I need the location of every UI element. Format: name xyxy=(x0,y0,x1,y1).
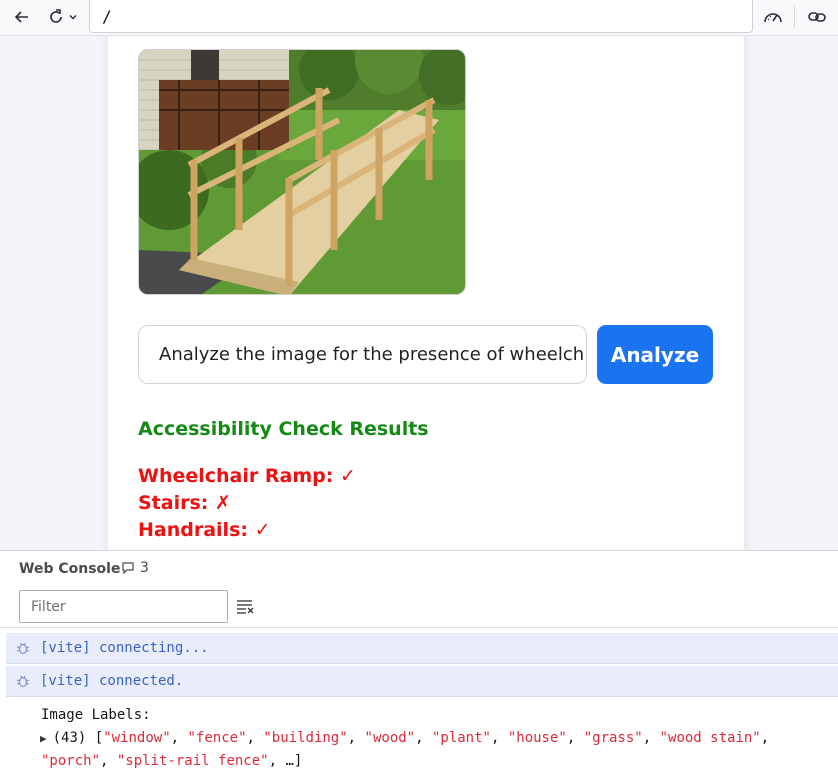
separator: , xyxy=(347,730,365,746)
bug-icon xyxy=(6,641,40,655)
separator: , xyxy=(415,730,432,746)
labels-count: (43) [ xyxy=(52,730,104,746)
log-message: [vite] connected. xyxy=(40,673,184,689)
label-string: "porch" xyxy=(41,753,101,769)
message-count-badge[interactable]: 3 xyxy=(121,560,149,576)
page-viewport: Analyze the image for the presence of wh… xyxy=(0,36,838,550)
label-string: "fence" xyxy=(187,730,247,746)
separator: , xyxy=(268,753,286,769)
check-mark-icon: ✓ xyxy=(339,465,356,487)
divider xyxy=(0,627,838,628)
label-string: "plant" xyxy=(431,730,491,746)
bug-icon xyxy=(6,674,40,688)
console-title: Web Console xyxy=(19,561,121,577)
label-string: "building" xyxy=(263,730,348,746)
label-string: "wood" xyxy=(364,730,416,746)
result-label: Stairs: xyxy=(138,492,209,514)
console-header: Web Console 3 xyxy=(0,551,838,587)
log-row: [vite] connected. xyxy=(6,666,838,697)
toolbar-divider xyxy=(794,6,795,28)
analysis-prompt-input[interactable]: Analyze the image for the presence of wh… xyxy=(138,325,587,384)
uploaded-photo xyxy=(138,49,466,295)
image-labels-heading: Image Labels: xyxy=(41,707,151,723)
label-string: "window" xyxy=(103,730,171,746)
label-string: "house" xyxy=(507,730,567,746)
log-row: [vite] connecting... xyxy=(6,633,838,664)
separator: , xyxy=(170,730,188,746)
check-mark-icon: ✓ xyxy=(254,519,271,541)
speedometer-icon[interactable] xyxy=(760,5,786,29)
result-label: Wheelchair Ramp: xyxy=(138,465,334,487)
separator: , xyxy=(100,753,117,769)
console-filter-input[interactable]: Filter xyxy=(19,590,228,623)
expand-triangle-icon[interactable]: ▶ xyxy=(40,732,47,745)
result-stairs: Stairs: ✗ xyxy=(138,492,231,514)
back-arrow-icon[interactable] xyxy=(10,5,34,29)
labels-line-1: "window", "fence", "building", "wood", "… xyxy=(103,730,769,746)
result-handrails: Handrails: ✓ xyxy=(138,519,271,541)
results-heading: Accessibility Check Results xyxy=(138,418,429,440)
separator: , xyxy=(760,730,770,746)
chevron-down-icon[interactable] xyxy=(66,5,80,29)
image-labels-array-continued: "porch", "split-rail fence", …] xyxy=(41,753,302,769)
image-labels-array[interactable]: ▶ (43) ["window", "fence", "building", "w… xyxy=(40,730,769,746)
separator: , xyxy=(566,730,584,746)
separator: , xyxy=(642,730,660,746)
labels-line-2: "porch", "split-rail fence", xyxy=(41,753,285,769)
cross-mark-icon: ✗ xyxy=(215,492,231,514)
url-bar[interactable]: / xyxy=(89,0,753,33)
message-count: 3 xyxy=(140,560,149,576)
reload-icon[interactable] xyxy=(44,5,68,29)
result-wheelchair-ramp: Wheelchair Ramp: ✓ xyxy=(138,465,356,487)
separator: , xyxy=(490,730,508,746)
speech-bubble-icon xyxy=(122,562,134,575)
analyze-button[interactable]: Analyze xyxy=(597,325,713,384)
browser-toolbar: / xyxy=(0,0,838,36)
chain-link-icon[interactable] xyxy=(804,5,830,29)
web-console-panel: Web Console 3 Filter [vite] connecting..… xyxy=(0,550,838,774)
label-string: "grass" xyxy=(583,730,643,746)
labels-tail: …] xyxy=(285,753,303,769)
label-string: "split-rail fence" xyxy=(116,753,269,769)
clear-console-icon[interactable] xyxy=(236,597,256,617)
label-string: "wood stain" xyxy=(659,730,761,746)
result-label: Handrails: xyxy=(138,519,248,541)
log-message: [vite] connecting... xyxy=(40,640,209,656)
separator: , xyxy=(246,730,264,746)
content-card: Analyze the image for the presence of wh… xyxy=(108,36,744,550)
